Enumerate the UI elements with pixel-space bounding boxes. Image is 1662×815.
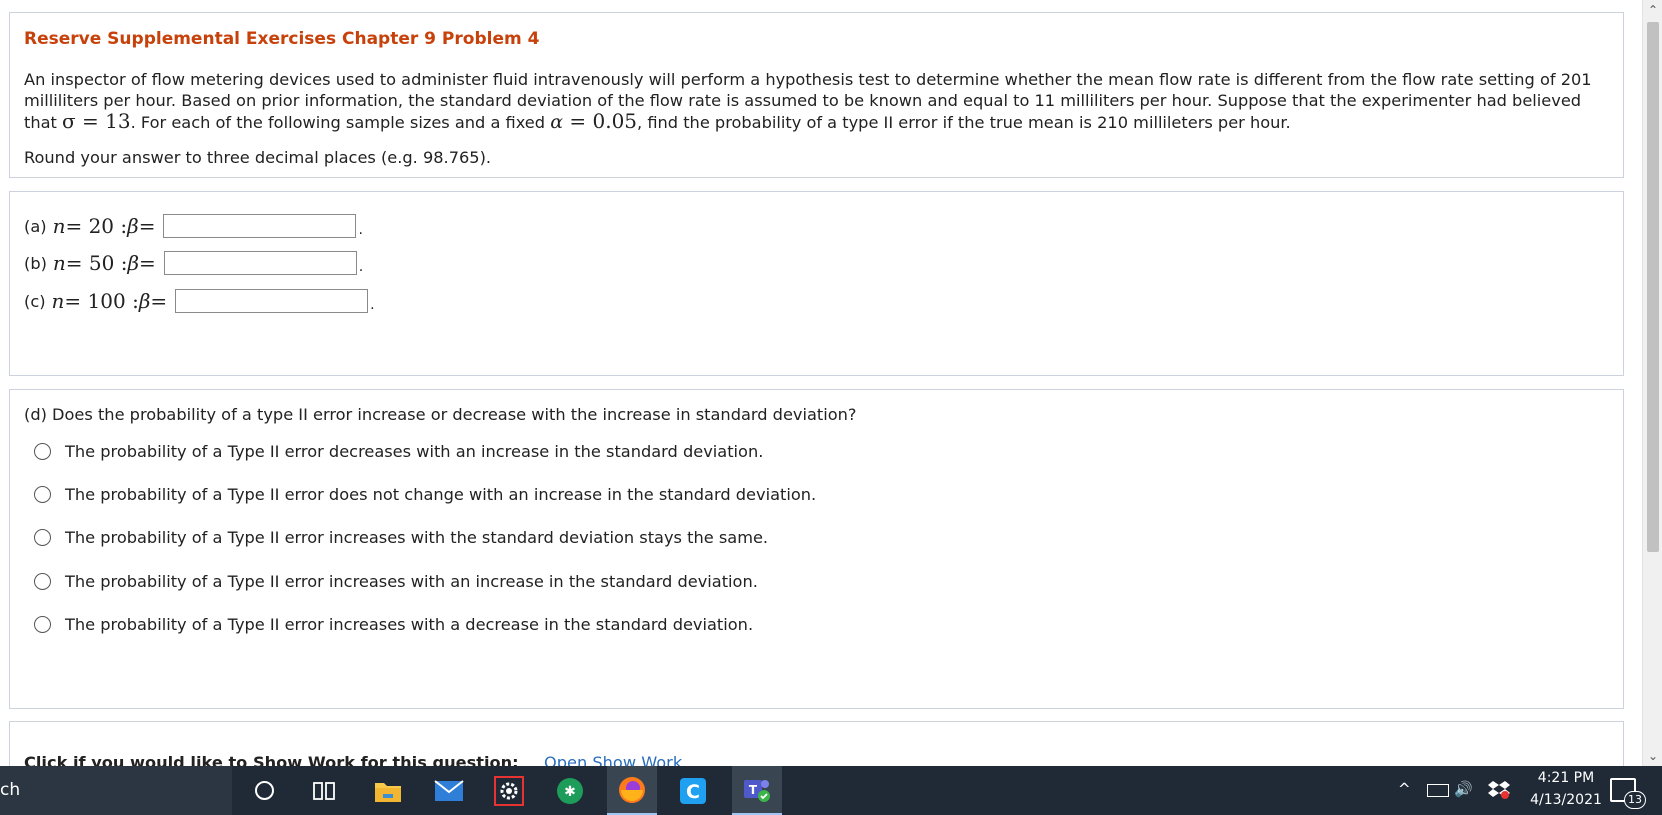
show-work-panel: Click if you would like to Show Work for… xyxy=(9,721,1624,766)
scroll-up-icon[interactable]: ⌃ xyxy=(1643,0,1662,20)
option-label: The probability of a Type II error incre… xyxy=(65,615,754,634)
answer-input-b[interactable] xyxy=(163,251,357,275)
radio-button[interactable] xyxy=(34,443,51,460)
radio-button[interactable] xyxy=(34,616,51,633)
beta-equals: = xyxy=(139,251,156,275)
problem-title: Reserve Supplemental Exercises Chapter 9… xyxy=(24,29,540,49)
period: . xyxy=(358,222,363,238)
n-symbol: n xyxy=(51,289,65,313)
radio-button[interactable] xyxy=(34,573,51,590)
option-label: The probability of a Type II error decre… xyxy=(65,442,764,461)
stem-text-2: . For each of the following sample sizes… xyxy=(130,113,551,132)
beta-symbol: β xyxy=(127,251,140,275)
dropbox-icon[interactable] xyxy=(1488,778,1510,804)
teams-icon[interactable]: T xyxy=(732,766,782,815)
beta-equals: = xyxy=(150,289,168,313)
sigma-symbol: σ xyxy=(62,109,76,133)
alpha-symbol: α xyxy=(550,111,564,133)
part-d-question: (d) Does the probability of a type II er… xyxy=(24,405,857,424)
period: . xyxy=(370,297,375,313)
n-symbol: n xyxy=(52,214,66,238)
cortana-icon[interactable] xyxy=(239,766,289,815)
part-b: (b) n = 50 : β = . xyxy=(24,248,363,278)
clock-time[interactable]: 4:21 PM xyxy=(1521,770,1611,786)
parts-panel: (a) n = 20 : β = . (b) n = 50 : β = . (c… xyxy=(9,191,1624,376)
beta-symbol: β xyxy=(127,214,139,238)
notification-count-badge: 13 xyxy=(1624,791,1646,809)
alpha-value: = 0.05 xyxy=(563,109,638,133)
part-label: (a) xyxy=(24,216,47,236)
part-d-panel: (d) Does the probability of a type II er… xyxy=(9,389,1624,709)
beta-symbol: β xyxy=(138,289,151,313)
radio-button[interactable] xyxy=(34,529,51,546)
period: . xyxy=(358,259,364,275)
part-a: (a) n = 20 : β = . xyxy=(24,211,363,241)
settings-gear-icon[interactable] xyxy=(484,766,534,815)
option-2[interactable]: The probability of a Type II error does … xyxy=(34,485,816,504)
answer-input-c[interactable] xyxy=(175,289,369,313)
option-4[interactable]: The probability of a Type II error incre… xyxy=(34,572,758,591)
question-panel: Reserve Supplemental Exercises Chapter 9… xyxy=(9,12,1624,178)
mail-icon[interactable] xyxy=(424,766,474,815)
n-value: = 100 : xyxy=(64,289,139,313)
option-label: The probability of a Type II error incre… xyxy=(65,572,758,591)
part-label: (c) xyxy=(24,291,46,311)
stem-text-3: , find the probability of a type II erro… xyxy=(637,113,1291,132)
clock-date[interactable]: 4/13/2021 xyxy=(1521,792,1611,808)
n-value: = 50 : xyxy=(65,251,128,275)
radio-button[interactable] xyxy=(34,486,51,503)
beta-equals: = xyxy=(138,214,156,238)
n-symbol: n xyxy=(52,251,66,275)
svg-text:C: C xyxy=(686,781,700,803)
part-c: (c) n = 100 : β = . xyxy=(24,286,375,316)
task-view-icon[interactable] xyxy=(299,766,349,815)
rounding-note: Round your answer to three decimal place… xyxy=(24,148,492,167)
option-label: The probability of a Type II error incre… xyxy=(65,528,769,547)
problem-stem: An inspector of flow metering devices us… xyxy=(24,70,1614,134)
answer-input-a[interactable] xyxy=(163,214,357,238)
open-show-work-link[interactable]: Open Show Work xyxy=(544,753,682,766)
vertical-scrollbar[interactable]: ⌃ ⌄ xyxy=(1642,0,1662,766)
c-app-icon[interactable]: C xyxy=(668,766,718,815)
page-content: Reserve Supplemental Exercises Chapter 9… xyxy=(0,0,1642,766)
search-text: ch xyxy=(0,780,21,800)
option-5[interactable]: The probability of a Type II error incre… xyxy=(34,615,753,634)
option-label: The probability of a Type II error does … xyxy=(65,485,817,504)
battery-icon[interactable] xyxy=(1427,784,1449,797)
svg-text:✱: ✱ xyxy=(564,784,576,800)
part-label: (b) xyxy=(24,253,47,273)
show-work-label: Click if you would like to Show Work for… xyxy=(24,753,519,766)
tray-chevron-up-icon[interactable]: ^ xyxy=(1398,780,1411,798)
option-1[interactable]: The probability of a Type II error decre… xyxy=(34,442,763,461)
taskbar-search[interactable]: ch xyxy=(0,766,232,815)
firefox-icon[interactable] xyxy=(607,766,657,815)
sigma-value: = 13 xyxy=(75,109,131,133)
green-app-icon[interactable]: ✱ xyxy=(545,766,595,815)
windows-taskbar: ch ✱ C T ^ 🔊 4:21 PM 4/13/2021 13 xyxy=(0,766,1662,815)
file-explorer-icon[interactable] xyxy=(363,766,413,815)
scroll-thumb[interactable] xyxy=(1647,22,1659,552)
scroll-down-icon[interactable]: ⌄ xyxy=(1643,746,1662,766)
n-value: = 20 : xyxy=(65,214,128,238)
volume-icon[interactable]: 🔊 xyxy=(1454,780,1473,798)
svg-text:T: T xyxy=(749,783,758,797)
option-3[interactable]: The probability of a Type II error incre… xyxy=(34,528,768,547)
